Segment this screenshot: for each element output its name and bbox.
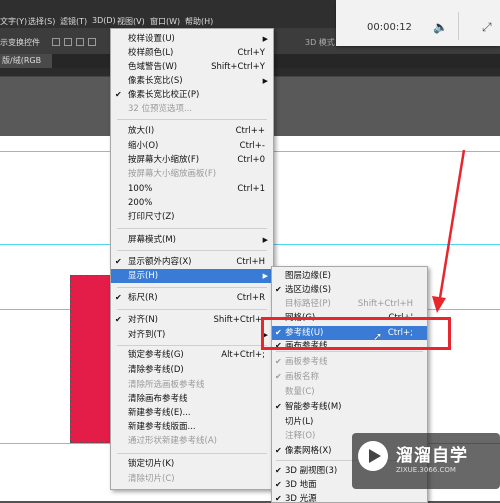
watermark: 溜溜自学 ZIXUE.3066.COM	[352, 433, 500, 489]
mouse-cursor-icon: ➚	[373, 330, 383, 343]
play-logo-icon	[358, 441, 388, 471]
watermark-url: ZIXUE.3066.COM	[396, 466, 456, 474]
annotation-arrow-icon	[432, 149, 466, 313]
watermark-title: 溜溜自学	[396, 446, 468, 466]
